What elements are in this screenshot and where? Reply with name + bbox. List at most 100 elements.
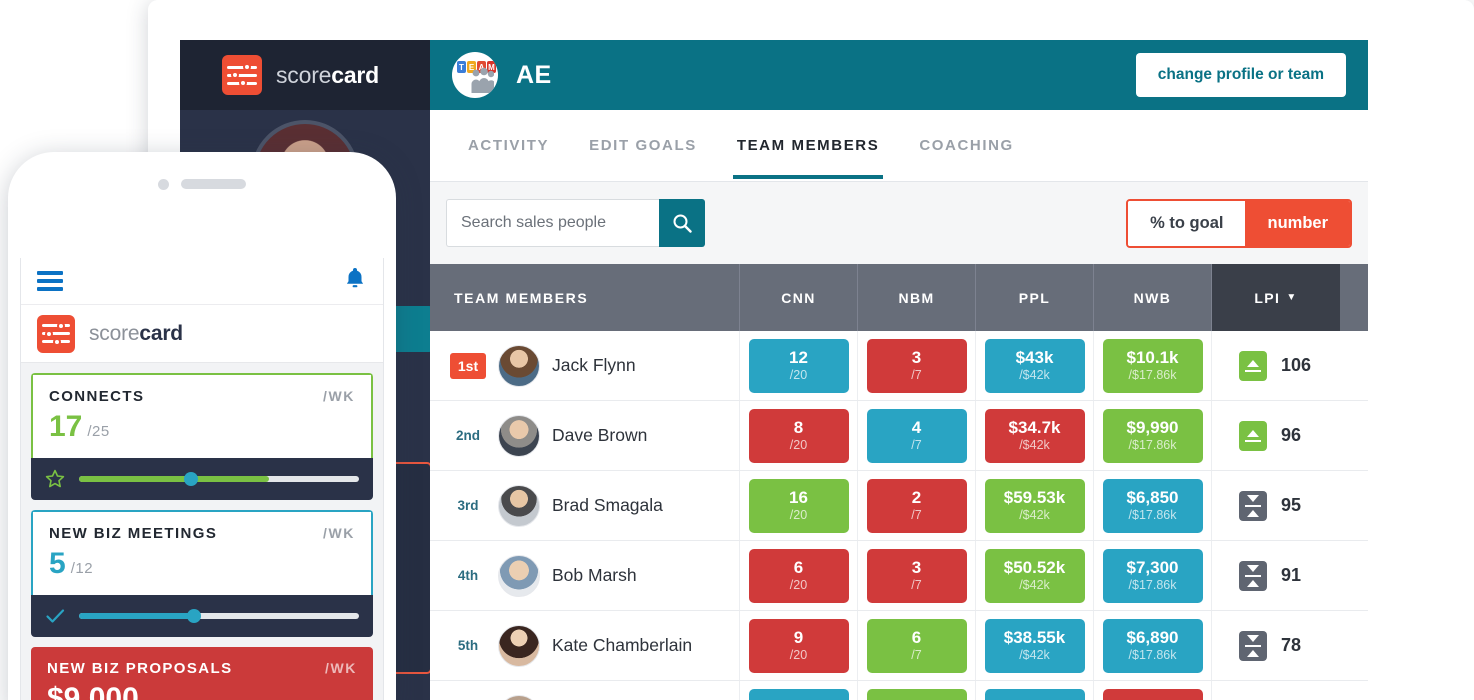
table-row[interactable]: 2nd Dave Brown 8/20 4/7 $34.7k/$42k $9,990/$1… <box>430 401 1368 471</box>
cell-lpi: 95 <box>1212 471 1340 540</box>
column-header-lpi[interactable]: LPI ▼ <box>1212 264 1340 331</box>
tab-team-members[interactable]: TEAM MEMBERS <box>717 113 900 179</box>
cell-member: 2nd Dave Brown <box>430 401 740 470</box>
column-header-nwb[interactable]: NWB <box>1094 264 1212 331</box>
trend-flat-icon <box>1239 630 1267 661</box>
metric-badge-cnn[interactable] <box>748 688 849 700</box>
table-row[interactable]: 4th Bob Marsh 6/20 3/7 $50.52k/$42k $7,300/$1… <box>430 541 1368 611</box>
member-name: Jack Flynn <box>552 355 636 375</box>
metric-badge-nwb[interactable] <box>1102 688 1203 700</box>
metric-badge-ppl[interactable]: $38.55k/$42k <box>984 618 1085 673</box>
metric-goal: /7 <box>911 577 922 592</box>
metric-badge-nbm[interactable]: 4/7 <box>866 408 967 463</box>
metric-value: 8 <box>793 418 804 438</box>
metric-badge-nbm[interactable] <box>866 688 967 700</box>
metric-card-new-biz-proposals[interactable]: NEW BIZ PROPOSALS $9,000 /WK <box>31 647 373 700</box>
metric-value: 4 <box>911 418 922 438</box>
metric-goal: /20 <box>789 367 808 382</box>
rank-badge: 2nd <box>455 428 480 443</box>
metric-badge-nwb[interactable]: $9,990/$17.86k <box>1102 408 1203 463</box>
metric-goal: /7 <box>911 367 922 382</box>
search-button[interactable] <box>659 199 705 247</box>
member-name: Dave Brown <box>552 425 648 445</box>
metric-goal: /$17.86k <box>1128 507 1177 522</box>
metric-card-new-biz-meetings[interactable]: NEW BIZ MEETINGS 5 /12 /WK <box>31 510 373 637</box>
cell-member: 5th Kate Chamberlain <box>430 611 740 680</box>
metric-card-new-biz-meetings-progress[interactable] <box>31 595 373 637</box>
metric-badge-nwb[interactable]: $6,890/$17.86k <box>1102 618 1203 673</box>
phone-screen: scorecard CONNECTS 17 /25 /WK NEW BIZ ME… <box>20 258 384 700</box>
star-icon <box>45 469 65 488</box>
metric-goal: /20 <box>789 577 808 592</box>
tab-coaching[interactable]: COACHING <box>899 113 1033 178</box>
search-input[interactable] <box>446 199 659 247</box>
metric-badge-nbm[interactable]: 6/7 <box>866 618 967 673</box>
toggle-number[interactable]: number <box>1245 200 1350 246</box>
avatar <box>498 624 540 667</box>
metric-value: 3 <box>911 348 922 368</box>
metric-value: $50.52k <box>1003 558 1066 578</box>
connects-knob[interactable] <box>184 472 198 486</box>
table-header-row: TEAM MEMBERS CNN NBM PPL NWB LPI ▼ <box>430 264 1368 331</box>
browser-chrome <box>148 0 1474 40</box>
tab-activity[interactable]: ACTIVITY <box>448 113 569 178</box>
rank-badge: 1st <box>450 352 486 379</box>
cell-cnn: 16/20 <box>740 471 858 540</box>
metric-badge-cnn[interactable]: 16/20 <box>748 478 849 533</box>
cell-nwb: $9,990/$17.86k <box>1094 401 1212 470</box>
metric-badge-nwb[interactable]: $6,850/$17.86k <box>1102 478 1203 533</box>
metric-badge-cnn[interactable]: 12/20 <box>748 338 849 393</box>
metric-goal: /7 <box>911 507 922 522</box>
metric-badge-ppl[interactable] <box>984 688 1085 700</box>
team-tile-t: T <box>457 61 466 73</box>
metric-badge-ppl[interactable]: $59.53k/$42k <box>984 478 1085 533</box>
column-header-ppl[interactable]: PPL <box>976 264 1094 331</box>
metric-badge-cnn[interactable]: 8/20 <box>748 408 849 463</box>
metric-badge-ppl[interactable]: $34.7k/$42k <box>984 408 1085 463</box>
metric-card-connects[interactable]: CONNECTS 17 /25 /WK <box>31 373 373 500</box>
bell-icon[interactable] <box>343 266 367 296</box>
metric-badge-nwb[interactable]: $7,300/$17.86k <box>1102 548 1203 603</box>
metric-value: $9,990 <box>1126 418 1179 438</box>
avatar <box>498 484 540 527</box>
metric-value: 6 <box>793 558 804 578</box>
table-row[interactable]: 3rd Brad Smagala 16/20 2/7 $59.53k/$42k $6,85… <box>430 471 1368 541</box>
team-avatar[interactable]: T E A M <box>452 52 498 98</box>
cell-nbm <box>858 681 976 700</box>
cell-lpi <box>1212 681 1340 700</box>
table-row[interactable]: 1st Jack Flynn 12/20 3/7 $43k/$42k $10.1k/$17… <box>430 331 1368 401</box>
meetings-track[interactable] <box>79 609 359 623</box>
avatar <box>498 414 540 457</box>
connects-track[interactable] <box>79 472 359 486</box>
metric-badge-nbm[interactable]: 2/7 <box>866 478 967 533</box>
metric-badge-cnn[interactable]: 9/20 <box>748 618 849 673</box>
change-profile-or-team-button[interactable]: change profile or team <box>1135 53 1346 97</box>
hamburger-icon[interactable] <box>37 271 63 291</box>
meetings-knob[interactable] <box>186 609 201 623</box>
app-top-bar: scorecard T E A M AE change profile or t… <box>180 40 1368 110</box>
column-header-team-members[interactable]: TEAM MEMBERS <box>430 264 740 331</box>
metric-badge-ppl[interactable]: $43k/$42k <box>984 338 1085 393</box>
column-header-cnn[interactable]: CNN <box>740 264 858 331</box>
metric-card-connects-progress[interactable] <box>31 458 373 500</box>
metric-badge-nwb[interactable]: $10.1k/$17.86k <box>1102 338 1203 393</box>
phone-camera-icon <box>158 178 169 190</box>
cell-nbm: 3/7 <box>858 331 976 400</box>
table-row[interactable] <box>430 681 1368 700</box>
table-row[interactable]: 5th Kate Chamberlain 9/20 6/7 $38.55k/$42k $6… <box>430 611 1368 681</box>
tab-edit-goals[interactable]: EDIT GOALS <box>569 113 717 178</box>
cell-member: 4th Bob Marsh <box>430 541 740 610</box>
metric-badge-nbm[interactable]: 3/7 <box>866 338 967 393</box>
metric-card-new-biz-proposals-title: NEW BIZ PROPOSALS <box>47 660 233 677</box>
brand-bar: scorecard <box>180 40 430 110</box>
toggle-percent-to-goal[interactable]: % to goal <box>1128 200 1246 246</box>
cell-lpi: 96 <box>1212 401 1340 470</box>
metric-card-new-biz-meetings-goal: /12 <box>70 560 94 577</box>
column-header-nbm[interactable]: NBM <box>858 264 976 331</box>
lpi-value: 106 <box>1281 355 1312 375</box>
metric-badge-ppl[interactable]: $50.52k/$42k <box>984 548 1085 603</box>
metric-value: $59.53k <box>1003 488 1066 508</box>
cell-ppl: $43k/$42k <box>976 331 1094 400</box>
metric-badge-cnn[interactable]: 6/20 <box>748 548 849 603</box>
metric-badge-nbm[interactable]: 3/7 <box>866 548 967 603</box>
